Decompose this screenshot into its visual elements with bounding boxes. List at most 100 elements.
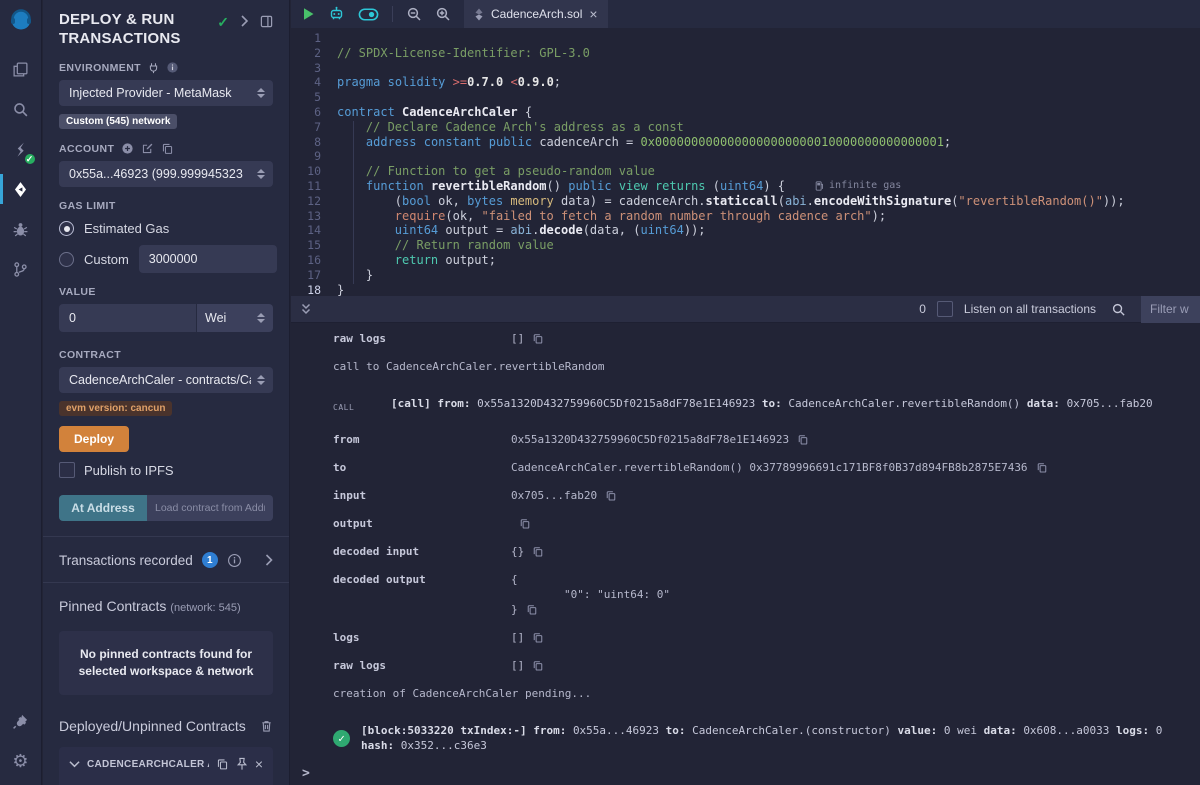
debugger-icon[interactable]	[0, 211, 42, 247]
code-line[interactable]: 5	[291, 90, 1200, 105]
publish-ipfs-option[interactable]: Publish to IPFS	[59, 462, 273, 478]
code-line[interactable]: 8 address constant public cadenceArch = …	[291, 135, 1200, 150]
deploy-button[interactable]: Deploy	[59, 426, 129, 452]
terminal-filter-input[interactable]	[1141, 296, 1200, 323]
code-line[interactable]: 16 return output;	[291, 253, 1200, 268]
copy-icon[interactable]	[1036, 461, 1048, 474]
chevron-down-icon[interactable]	[69, 760, 80, 768]
info-icon[interactable]	[227, 553, 242, 568]
run-script-button[interactable]	[302, 7, 315, 21]
copy-icon[interactable]	[526, 603, 538, 616]
log-value: []	[511, 630, 544, 645]
forward-chevron-icon[interactable]	[240, 15, 249, 27]
call-summary[interactable]: [call] from: 0x55a1320D432759960C5Df0215…	[391, 396, 1153, 411]
log-key: input	[333, 488, 511, 503]
account-select[interactable]: 0x55a...46923 (999.999945323	[59, 161, 273, 187]
transactions-recorded-row[interactable]: Transactions recorded 1	[59, 537, 273, 582]
plugin-manager-icon[interactable]	[0, 703, 42, 739]
block-summary[interactable]: [block:5033220 txIndex:-] from: 0x55a...…	[361, 723, 1190, 753]
code-line[interactable]: 15 // Return random value	[291, 238, 1200, 253]
close-icon[interactable]: ×	[255, 759, 263, 769]
copy-icon[interactable]	[532, 332, 544, 345]
terminal-text-row: creation of CadenceArchCaler pending...	[333, 686, 1190, 701]
code-line[interactable]: 10 // Function to get a pseudo-random va…	[291, 164, 1200, 179]
pin-icon[interactable]	[236, 757, 248, 771]
code-line[interactable]: 2// SPDX-License-Identifier: GPL-3.0	[291, 46, 1200, 61]
copy-icon[interactable]	[532, 631, 544, 644]
line-number: 6	[291, 105, 337, 120]
zoom-in-button[interactable]	[435, 6, 451, 22]
contract-select[interactable]: CadenceArchCaler - contracts/Cac	[59, 367, 273, 393]
git-branch-icon[interactable]	[0, 251, 42, 287]
search-icon[interactable]	[1111, 302, 1126, 317]
copy-icon[interactable]	[605, 489, 617, 502]
search-icon[interactable]	[0, 91, 42, 127]
add-account-icon[interactable]	[121, 142, 134, 155]
remix-ide: ✓ ⚙ DEPLOY & RUN TRANSACTIONS ✓	[0, 0, 1200, 785]
code-line[interactable]: 14 uint64 output = abi.decode(data, (uin…	[291, 223, 1200, 238]
plug-icon[interactable]	[148, 62, 159, 74]
code-line[interactable]: 9	[291, 149, 1200, 164]
zoom-out-button[interactable]	[406, 6, 422, 22]
line-number: 17	[291, 268, 337, 283]
tx-count-badge: 1	[202, 552, 218, 568]
settings-icon[interactable]: ⚙	[0, 743, 42, 779]
code-line[interactable]: 7 // Declare Cadence Arch's address as a…	[291, 120, 1200, 135]
collapse-terminal-icon[interactable]	[299, 302, 313, 316]
edit-account-icon[interactable]	[141, 142, 154, 155]
code-line[interactable]: 12 (bool ok, bytes memory data) = cadenc…	[291, 194, 1200, 209]
info-icon[interactable]	[166, 61, 179, 74]
deploy-run-icon[interactable]	[0, 171, 42, 207]
at-address-button[interactable]: At Address	[59, 495, 147, 521]
code-line[interactable]: 11 function revertibleRandom() public vi…	[291, 179, 1200, 194]
value-input[interactable]	[59, 304, 196, 332]
expand-chevron-icon[interactable]	[265, 554, 273, 566]
estimated-gas-option[interactable]: Estimated Gas	[59, 221, 273, 236]
log-key: logs	[333, 630, 511, 645]
listen-all-checkbox[interactable]	[937, 301, 953, 317]
copy-icon[interactable]	[797, 433, 809, 446]
code-line[interactable]: 18}	[291, 283, 1200, 296]
file-explorer-icon[interactable]	[0, 51, 42, 87]
at-address-input[interactable]	[147, 495, 273, 521]
evm-version-badge: evm version: cancun	[59, 401, 172, 416]
code-line[interactable]: 1	[291, 31, 1200, 46]
line-number: 4	[291, 75, 337, 90]
code-editor[interactable]: 12// SPDX-License-Identifier: GPL-3.034p…	[291, 28, 1200, 296]
terminal-kv-row: toCadenceArchCaler.revertibleRandom() 0x…	[333, 460, 1190, 475]
line-number: 11	[291, 179, 337, 194]
environment-select[interactable]: Injected Provider - MetaMask	[59, 80, 273, 106]
copy-icon[interactable]	[216, 757, 229, 771]
contract-label: CONTRACT	[59, 349, 273, 361]
custom-gas-input[interactable]	[139, 245, 277, 273]
tab-cadencearch-sol[interactable]: CadenceArch.sol ×	[464, 0, 608, 28]
terminal-prompt[interactable]: >	[302, 766, 310, 781]
ai-assistant-icon[interactable]	[328, 6, 345, 22]
remix-logo-icon[interactable]	[7, 7, 35, 35]
custom-gas-radio[interactable]	[59, 252, 74, 267]
copilot-toggle-icon[interactable]	[358, 7, 379, 22]
line-number: 16	[291, 253, 337, 268]
code-line[interactable]: 6contract CadenceArchCaler {	[291, 105, 1200, 120]
copy-account-icon[interactable]	[161, 142, 174, 155]
log-value: 0x55a1320D432759960C5Df0215a8dF78e1E1469…	[511, 432, 809, 447]
code-line[interactable]: 17 }	[291, 268, 1200, 283]
code-line[interactable]: 4pragma solidity >=0.7.0 <0.9.0;	[291, 75, 1200, 90]
activity-bar: ✓ ⚙	[0, 0, 42, 785]
copy-icon[interactable]	[532, 545, 544, 558]
log-key: decoded output	[333, 572, 511, 587]
deployed-contract-card: CADENCEARCHCALER AT 0) × Balance: 0 ETH …	[59, 747, 273, 785]
code-line[interactable]: 13 require(ok, "failed to fetch a random…	[291, 209, 1200, 224]
copy-icon[interactable]	[519, 517, 531, 530]
pin-panel-icon[interactable]	[260, 15, 273, 28]
radio-selected-icon[interactable]	[59, 221, 74, 236]
value-unit-select[interactable]: Wei	[197, 304, 273, 332]
code-line[interactable]: 3	[291, 61, 1200, 76]
trash-icon[interactable]	[260, 719, 273, 733]
panel-title: DEPLOY & RUN TRANSACTIONS	[59, 10, 217, 48]
copy-icon[interactable]	[532, 659, 544, 672]
terminal-kv-row: decoded output{ "0": "uint64: 0"}	[333, 572, 1190, 617]
publish-ipfs-checkbox[interactable]	[59, 462, 75, 478]
tab-close-icon[interactable]: ×	[589, 9, 597, 19]
solidity-compiler-icon[interactable]: ✓	[0, 131, 42, 167]
